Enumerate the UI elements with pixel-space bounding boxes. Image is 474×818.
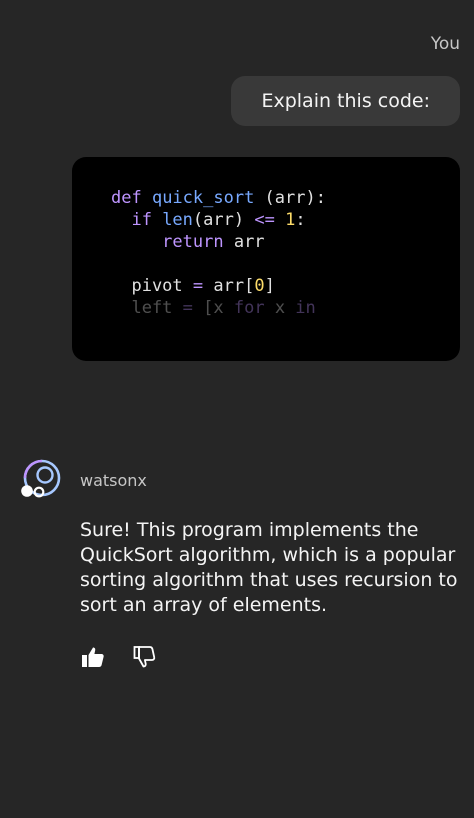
code-token: ] xyxy=(264,276,275,296)
thumbs-down-button[interactable] xyxy=(132,644,158,670)
thumbs-up-button[interactable] xyxy=(80,644,106,670)
code-line: pivot = arr[0] xyxy=(111,275,326,297)
chat-screen: You Explain this code: def quick_sort (a… xyxy=(0,0,474,818)
watsonx-avatar-icon xyxy=(21,459,61,498)
code-token: in xyxy=(295,298,316,318)
feedback-bar xyxy=(80,644,158,670)
code-token: [x xyxy=(192,298,234,318)
code-token: <= xyxy=(254,210,275,230)
code-token: len xyxy=(162,210,193,230)
code-token: pivot xyxy=(111,276,193,296)
code-token: 0 xyxy=(254,276,265,296)
code-token: for xyxy=(233,298,265,318)
thumbs-up-icon xyxy=(82,647,104,667)
code-token: x xyxy=(264,298,296,318)
code-content: def quick_sort (arr): if len(arr) <= 1: … xyxy=(111,187,326,319)
code-line: left = [x for x in xyxy=(111,297,326,319)
code-token: return xyxy=(111,232,234,252)
code-token: (arr) xyxy=(192,210,255,230)
code-line: def quick_sort (arr): xyxy=(111,187,326,209)
user-message-text: Explain this code: xyxy=(261,90,430,112)
code-token: left xyxy=(111,298,183,318)
code-token: (arr): xyxy=(254,188,326,208)
code-token: arr xyxy=(233,232,265,252)
assistant-name: watsonx xyxy=(80,471,147,490)
assistant-message-text: Sure! This program implements the QuickS… xyxy=(80,519,458,616)
code-token: arr[ xyxy=(203,276,255,296)
code-block: def quick_sort (arr): if len(arr) <= 1: … xyxy=(72,157,460,361)
code-token: 1 xyxy=(285,210,296,230)
code-token: quick_sort xyxy=(151,188,255,208)
code-token: def xyxy=(111,188,152,208)
code-line: if len(arr) <= 1: xyxy=(111,209,326,231)
code-line: return arr xyxy=(111,231,326,253)
code-token: : xyxy=(295,210,306,230)
user-sender-label: You xyxy=(430,34,460,54)
thumbs-down-icon xyxy=(133,646,156,668)
code-token: = xyxy=(192,276,204,296)
user-message-bubble: Explain this code: xyxy=(231,76,460,126)
code-token: = xyxy=(182,298,193,318)
code-token: if xyxy=(111,210,163,230)
